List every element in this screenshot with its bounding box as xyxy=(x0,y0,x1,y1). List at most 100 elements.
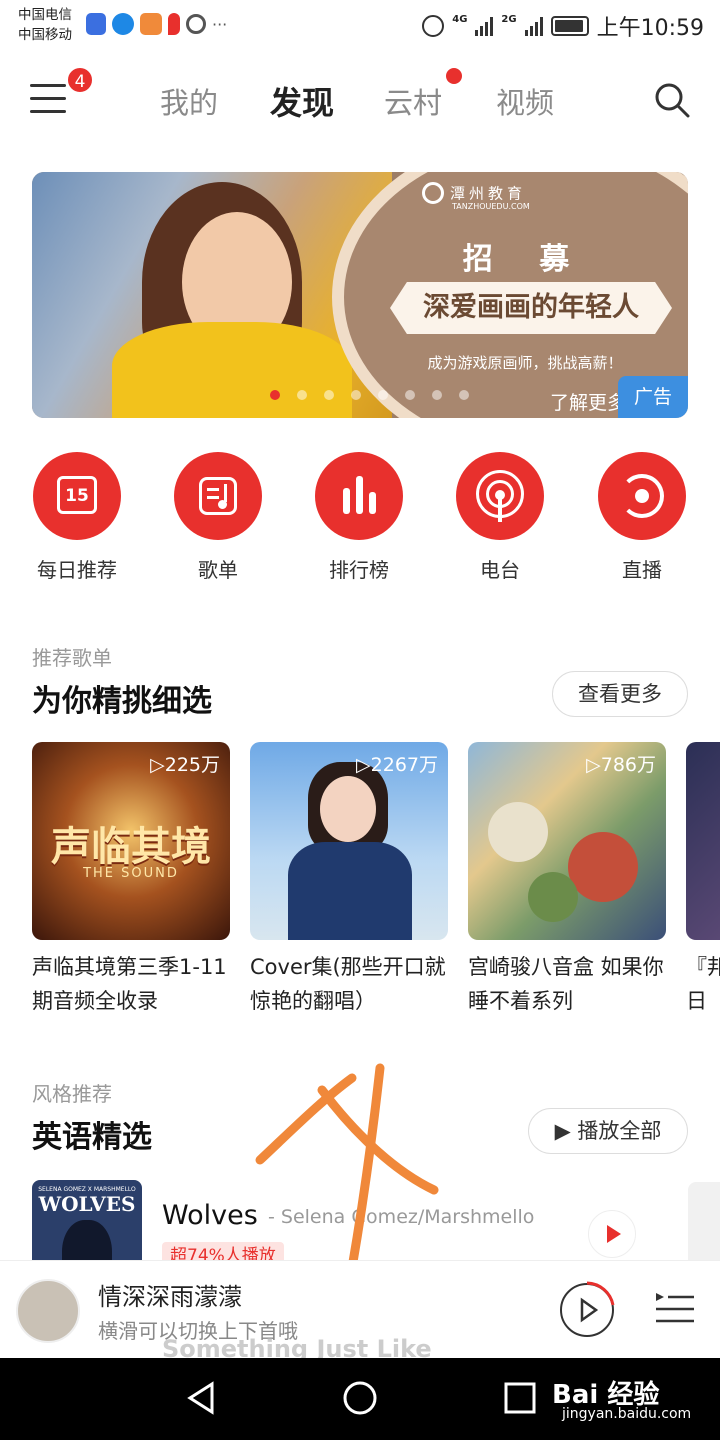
banner-pager-dots xyxy=(270,390,469,400)
play-count-value: 2267万 xyxy=(370,754,438,776)
cover-title: WOLVES xyxy=(38,1192,136,1216)
pager-dot xyxy=(405,390,415,400)
radio-icon xyxy=(456,452,544,540)
playlist-icon xyxy=(174,452,262,540)
annotation-arrow-mark xyxy=(255,1063,439,1273)
location-pin-icon xyxy=(168,13,180,35)
quick-entry-playlist[interactable]: 歌单 xyxy=(163,452,273,583)
tab-mine[interactable]: 我的 xyxy=(160,80,218,122)
play-triangle-icon xyxy=(607,1225,621,1243)
play-count-value: 225万 xyxy=(164,754,220,776)
banner-logo-sub: TANZHOUEDU.COM xyxy=(452,202,530,211)
carrier-1: 中国电信 xyxy=(18,7,72,23)
player-play-button[interactable] xyxy=(560,1281,615,1337)
playlist-cover: ▷786万 xyxy=(468,742,666,940)
playlist-cover xyxy=(686,742,720,940)
menu-badge: 4 xyxy=(66,66,94,94)
home-icon[interactable] xyxy=(340,1378,380,1418)
banner-logo: 潭州教育 TANZHOUEDU.COM xyxy=(422,182,530,211)
back-icon[interactable] xyxy=(182,1378,222,1418)
section-title: 英语精选 xyxy=(32,1120,152,1155)
now-playing-cover xyxy=(16,1279,80,1343)
playlist-cover: ▷2267万 xyxy=(250,742,448,940)
quick-entry-label: 每日推荐 xyxy=(37,558,117,582)
mini-player[interactable]: 情深深雨濛濛 横滑可以切换上下首哦 Something Just Like xyxy=(0,1260,720,1363)
play-solid-icon: ▶ xyxy=(554,1119,571,1143)
quick-entry-label: 电台 xyxy=(480,558,520,582)
banner-title: 招 募 xyxy=(462,242,588,277)
clock: 上午10:59 xyxy=(596,16,704,41)
hamburger-menu-icon[interactable] xyxy=(30,84,68,114)
alarm-icon xyxy=(422,15,445,37)
baidu-watermark-url: jingyan.baidu.com xyxy=(562,1406,692,1422)
pager-dot xyxy=(378,390,388,400)
search-icon[interactable] xyxy=(654,82,690,118)
playlist-card[interactable]: ▷2267万 Cover集(那些开口就惊艳的翻唱） xyxy=(250,742,448,1018)
play-all-button[interactable]: ▶ 播放全部 xyxy=(528,1108,688,1154)
sun-logo-icon xyxy=(422,182,444,204)
quick-entry-charts[interactable]: 排行榜 xyxy=(304,452,414,583)
playlist-title: 『邦日文 xyxy=(686,955,720,1013)
uc-browser-icon xyxy=(140,13,162,35)
play-count-value: 786万 xyxy=(600,754,656,776)
play-count: ▷225万 xyxy=(150,750,220,777)
playlist-queue-icon[interactable] xyxy=(654,1289,696,1329)
tab-discover[interactable]: 发现 xyxy=(270,78,334,124)
more-notifications: ··· xyxy=(212,14,228,34)
tab-video[interactable]: 视频 xyxy=(496,80,554,122)
playlist-title: Cover集(那些开口就惊艳的翻唱） xyxy=(250,955,446,1013)
calendar-15-icon: 15 xyxy=(33,452,121,540)
play-triangle-icon: ▷ xyxy=(356,754,371,776)
play-all-label: 播放全部 xyxy=(577,1119,662,1143)
play-count: ▷786万 xyxy=(586,750,656,777)
notification-icons: ··· xyxy=(86,13,227,35)
quick-entry-radio[interactable]: 电台 xyxy=(445,452,555,583)
now-playing-title: 情深深雨濛濛 xyxy=(98,1283,242,1311)
pager-dot xyxy=(432,390,442,400)
pager-dot xyxy=(459,390,469,400)
carrier-2: 中国移动 xyxy=(18,27,72,43)
battery-icon xyxy=(550,16,589,36)
playlist-card[interactable]: ▷786万 宫崎骏八音盒 如果你睡不着系列 xyxy=(468,742,666,1018)
playlist-title: 声临其境第三季1-11期音频全收录 xyxy=(32,955,227,1013)
section-subtitle: 推荐歌单 xyxy=(32,646,112,670)
cover-subtext: THE SOUND xyxy=(83,866,179,881)
play-triangle-icon: ▷ xyxy=(586,754,601,776)
playlist-card[interactable]: 『邦日文 xyxy=(686,742,720,1018)
song-play-button[interactable] xyxy=(588,1210,636,1258)
hotspot-icon xyxy=(186,14,206,34)
recents-icon[interactable] xyxy=(500,1378,540,1418)
status-bar: 中国电信 中国移动 ··· 4G 2G 上午10:59 xyxy=(0,0,720,52)
new-dot-badge xyxy=(446,68,462,84)
promo-banner[interactable]: 潭州教育 TANZHOUEDU.COM 招 募 深爱画画的年轻人 成为游戏原画师… xyxy=(32,172,688,418)
quick-entry-daily[interactable]: 15 每日推荐 xyxy=(22,452,132,583)
quick-entry-label: 歌单 xyxy=(198,558,238,582)
calendar-day: 15 xyxy=(57,476,97,514)
quick-entry-label: 排行榜 xyxy=(329,558,389,582)
progress-ring xyxy=(586,1281,615,1306)
song-title[interactable]: Wolves xyxy=(162,1200,258,1231)
pager-dot-active xyxy=(270,390,280,400)
see-more-button[interactable]: 查看更多 xyxy=(552,671,688,717)
pager-dot xyxy=(297,390,307,400)
live-icon xyxy=(598,452,686,540)
play-triangle-icon: ▷ xyxy=(150,754,165,776)
ad-badge: 广告 xyxy=(618,376,688,418)
signal-bars-1-icon xyxy=(475,16,494,36)
banner-subtitle: 成为游戏原画师，挑战高薪！ xyxy=(427,354,623,372)
quick-entry-label: 直播 xyxy=(622,558,662,582)
cover-text: 声临其境 xyxy=(51,824,211,870)
carrier-info: 中国电信 中国移动 xyxy=(18,5,72,45)
playlist-card[interactable]: 声临其境 THE SOUND ▷225万 声临其境第三季1-11期音频全收录 xyxy=(32,742,230,1018)
baidu-app-icon xyxy=(86,13,106,35)
playlist-title: 宫崎骏八音盒 如果你睡不着系列 xyxy=(468,955,664,1013)
app-screen: 中国电信 中国移动 ··· 4G 2G 上午10:59 4 我的 发现 云村 视… xyxy=(0,0,720,1440)
signal-4g: 4G xyxy=(452,13,468,25)
banner-more-link[interactable]: 了解更多 xyxy=(550,388,626,415)
quick-entry-live[interactable]: 直播 xyxy=(587,452,697,583)
pager-dot xyxy=(324,390,334,400)
tab-cloud-village[interactable]: 云村 xyxy=(384,80,442,122)
section-subtitle: 风格推荐 xyxy=(32,1082,112,1106)
signal-bars-2-icon xyxy=(524,16,543,36)
play-count: ▷2267万 xyxy=(356,750,438,777)
